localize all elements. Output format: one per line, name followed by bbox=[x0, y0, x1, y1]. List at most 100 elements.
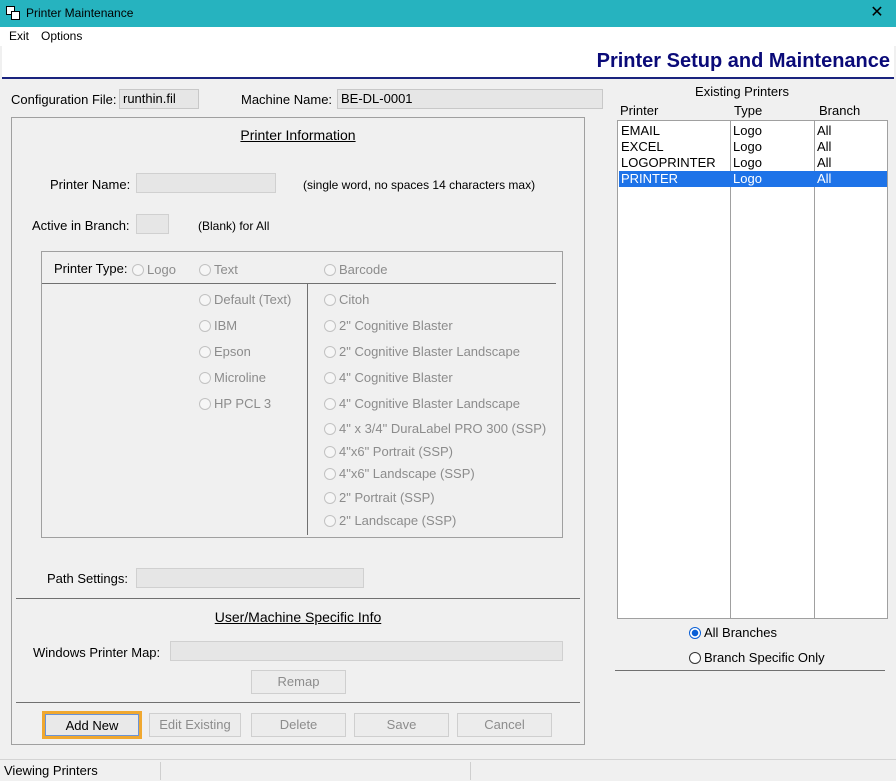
edit-existing-button[interactable]: Edit Existing bbox=[149, 713, 241, 737]
text-option-ibm[interactable]: IBM bbox=[199, 318, 237, 333]
barcode-option-4x6-landscape[interactable]: 4"x6" Landscape (SSP) bbox=[324, 466, 475, 481]
status-divider bbox=[470, 762, 471, 780]
radio-icon bbox=[324, 397, 336, 410]
barcode-option-4in-blaster[interactable]: 4" Cognitive Blaster bbox=[324, 370, 453, 385]
cancel-button[interactable]: Cancel bbox=[457, 713, 552, 737]
page-title: Printer Setup and Maintenance bbox=[596, 50, 890, 72]
printer-map-label: Windows Printer Map: bbox=[33, 645, 161, 660]
cell-printer: PRINTER bbox=[621, 171, 679, 186]
radio-icon bbox=[324, 263, 336, 276]
filter-all-label: All Branches bbox=[704, 625, 777, 640]
table-row[interactable]: EMAIL Logo All bbox=[619, 123, 887, 139]
radio-icon bbox=[199, 397, 211, 410]
user-info-title: User/Machine Specific Info bbox=[214, 609, 382, 625]
buttons-divider bbox=[16, 702, 580, 703]
add-new-label: Add New bbox=[45, 714, 139, 736]
close-icon[interactable]: ✕ bbox=[866, 3, 888, 23]
col-header-branch[interactable]: Branch bbox=[819, 103, 860, 118]
printer-name-hint: (single word, no spaces 14 characters ma… bbox=[303, 178, 536, 192]
filter-divider bbox=[615, 670, 885, 671]
cell-printer: EMAIL bbox=[621, 123, 661, 138]
table-row[interactable]: EXCEL Logo All bbox=[619, 139, 887, 155]
filter-all-branches-radio[interactable]: All Branches bbox=[689, 625, 777, 640]
type-barcode-radio[interactable]: Barcode bbox=[324, 262, 387, 277]
barcode-option-2in-blaster-landscape[interactable]: 2" Cognitive Blaster Landscape bbox=[324, 344, 520, 359]
radio-icon bbox=[324, 491, 336, 504]
barcode-option-2in-portrait[interactable]: 2" Portrait (SSP) bbox=[324, 490, 435, 505]
printer-name-input[interactable] bbox=[136, 173, 276, 193]
table-row[interactable]: LOGOPRINTER Logo All bbox=[619, 155, 887, 171]
menu-options[interactable]: Options bbox=[41, 29, 82, 43]
active-branch-input[interactable] bbox=[136, 214, 169, 234]
barcode-option-4in-blaster-landscape[interactable]: 4" Cognitive Blaster Landscape bbox=[324, 396, 520, 411]
existing-printers-list[interactable]: EMAIL Logo All EXCEL Logo All LOGOPRINTE… bbox=[617, 120, 888, 619]
barcode-option-label: 2" Cognitive Blaster bbox=[339, 318, 453, 333]
text-option-hp-pcl3[interactable]: HP PCL 3 bbox=[199, 396, 271, 411]
col-header-printer[interactable]: Printer bbox=[620, 103, 658, 118]
section-divider bbox=[16, 598, 580, 599]
barcode-option-2in-landscape[interactable]: 2" Landscape (SSP) bbox=[324, 513, 456, 528]
cell-type: Logo bbox=[733, 123, 762, 138]
barcode-option-duralabel[interactable]: 4" x 3/4" DuraLabel PRO 300 (SSP) bbox=[324, 421, 546, 436]
column-divider bbox=[730, 121, 731, 618]
machine-name-field[interactable]: BE-DL-0001 bbox=[337, 89, 603, 109]
printer-info-group: Printer Information Printer Name: (singl… bbox=[11, 117, 585, 745]
machine-name-label: Machine Name: bbox=[241, 92, 333, 107]
radio-icon bbox=[324, 422, 336, 435]
barcode-option-2in-blaster[interactable]: 2" Cognitive Blaster bbox=[324, 318, 453, 333]
printer-map-input[interactable] bbox=[170, 641, 563, 661]
add-new-button[interactable]: Add New bbox=[42, 711, 142, 739]
barcode-option-label: 4" Cognitive Blaster bbox=[339, 370, 453, 385]
status-text: Viewing Printers bbox=[4, 763, 98, 778]
config-file-label: Configuration File: bbox=[11, 92, 117, 107]
printer-type-label: Printer Type: bbox=[54, 261, 128, 276]
radio-selected-icon bbox=[689, 626, 701, 639]
text-option-epson[interactable]: Epson bbox=[199, 344, 251, 359]
barcode-option-citoh[interactable]: Citoh bbox=[324, 292, 369, 307]
printer-info-title: Printer Information bbox=[240, 127, 356, 143]
type-column-divider bbox=[307, 284, 308, 535]
table-row-selected[interactable]: PRINTER Logo All bbox=[619, 171, 887, 187]
barcode-option-label: 2" Cognitive Blaster Landscape bbox=[339, 344, 520, 359]
radio-icon bbox=[324, 445, 336, 458]
title-bar: Printer Maintenance ✕ bbox=[0, 0, 896, 27]
radio-icon bbox=[324, 293, 336, 306]
type-barcode-label: Barcode bbox=[339, 262, 388, 277]
cell-printer: LOGOPRINTER bbox=[621, 155, 716, 170]
radio-icon bbox=[324, 345, 336, 358]
text-option-label: IBM bbox=[214, 318, 238, 333]
barcode-option-4x6-portrait[interactable]: 4"x6" Portrait (SSP) bbox=[324, 444, 453, 459]
text-option-label: HP PCL 3 bbox=[214, 396, 272, 411]
filter-branch-specific-radio[interactable]: Branch Specific Only bbox=[689, 650, 825, 665]
column-divider bbox=[814, 121, 815, 618]
delete-button[interactable]: Delete bbox=[251, 713, 346, 737]
existing-printers-title: Existing Printers bbox=[695, 84, 789, 99]
window-title: Printer Maintenance bbox=[26, 6, 134, 20]
radio-icon bbox=[324, 319, 336, 332]
barcode-option-label: 4" Cognitive Blaster Landscape bbox=[339, 396, 520, 411]
path-settings-input[interactable] bbox=[136, 568, 364, 588]
text-option-label: Default (Text) bbox=[214, 292, 292, 307]
barcode-option-label: 4"x6" Portrait (SSP) bbox=[339, 444, 453, 459]
col-header-type[interactable]: Type bbox=[734, 103, 762, 118]
menu-exit[interactable]: Exit bbox=[9, 29, 29, 43]
cell-branch: All bbox=[817, 123, 832, 138]
radio-icon bbox=[199, 319, 211, 332]
barcode-option-label: 2" Portrait (SSP) bbox=[339, 490, 435, 505]
config-file-field[interactable]: runthin.fil bbox=[119, 89, 199, 109]
status-divider bbox=[160, 762, 161, 780]
cell-type: Logo bbox=[733, 155, 762, 170]
remap-button[interactable]: Remap bbox=[251, 670, 346, 694]
radio-icon bbox=[324, 467, 336, 480]
cell-type: Logo bbox=[733, 139, 762, 154]
barcode-option-label: 2" Landscape (SSP) bbox=[339, 513, 457, 528]
app-icon bbox=[6, 6, 20, 20]
text-option-microline[interactable]: Microline bbox=[199, 370, 266, 385]
page-header: Printer Setup and Maintenance bbox=[2, 46, 894, 79]
status-bar: Viewing Printers bbox=[0, 759, 896, 781]
type-text-radio[interactable]: Text bbox=[199, 262, 238, 277]
cell-branch: All bbox=[817, 139, 832, 154]
save-button[interactable]: Save bbox=[354, 713, 449, 737]
type-logo-radio[interactable]: Logo bbox=[132, 262, 176, 277]
text-option-default[interactable]: Default (Text) bbox=[199, 292, 291, 307]
